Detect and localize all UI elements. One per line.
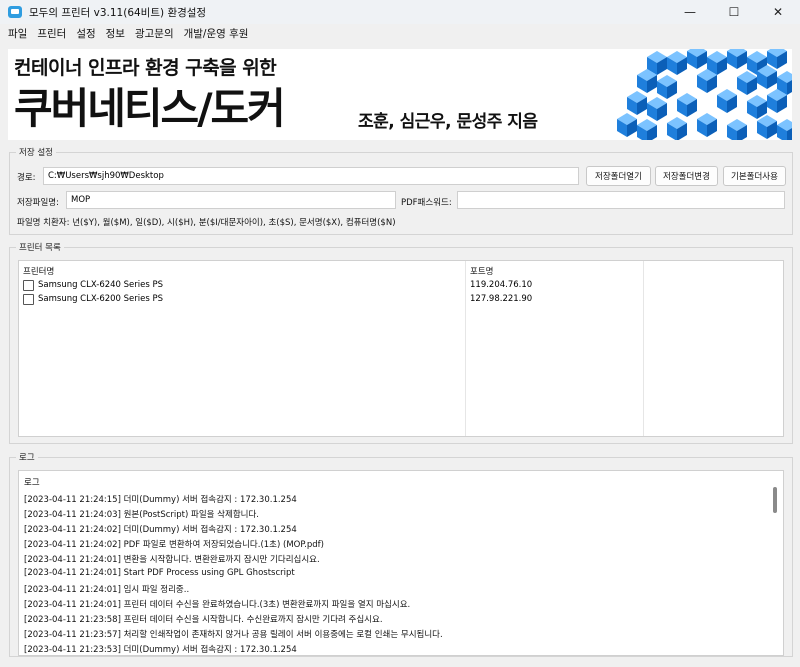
close-button[interactable]: ✕ bbox=[756, 0, 800, 24]
log-line: [2023-04-11 21:23:53] 더미(Dummy) 서버 접속감지 … bbox=[24, 645, 297, 655]
pdf-password-input[interactable] bbox=[457, 191, 785, 209]
filename-label: 저장파일명: bbox=[17, 198, 59, 208]
filename-input[interactable]: MOP bbox=[66, 191, 396, 209]
log-group: 로그 로그 [2023-04-11 21:24:15] 더미(Dummy) 서버… bbox=[9, 451, 793, 657]
pdf-password-label: PDF패스워드: bbox=[401, 198, 452, 208]
printer-name-cell: Samsung CLX-6240 Series PS bbox=[38, 280, 164, 290]
menu-sponsor[interactable]: 개발/운영 후원 bbox=[180, 26, 253, 41]
default-folder-button[interactable]: 기본폴더사용 bbox=[723, 166, 786, 186]
log-line: [2023-04-11 21:24:03] 원본(PostScript) 파일을… bbox=[24, 510, 259, 520]
port-name-cell: 127.98.221.90 bbox=[470, 294, 533, 304]
log-column-header: 로그 bbox=[24, 478, 40, 488]
log-line: [2023-04-11 21:24:02] 더미(Dummy) 서버 접속감지 … bbox=[24, 525, 297, 535]
maximize-button[interactable]: ☐ bbox=[712, 0, 756, 24]
path-input[interactable]: C:₩Users₩sjh90₩Desktop bbox=[43, 167, 579, 185]
printer-group-title: 프린터 목록 bbox=[16, 241, 64, 253]
table-row[interactable]: Samsung CLX-6240 Series PS 119.204.76.10 bbox=[19, 279, 785, 293]
banner-cubes-art bbox=[617, 49, 792, 140]
printer-checkbox[interactable] bbox=[23, 294, 34, 305]
banner-title: 쿠버네티스/도커 bbox=[14, 84, 286, 133]
printer-table: 프린터명 포트명 Samsung CLX-6240 Series PS 119.… bbox=[18, 260, 784, 437]
log-line: [2023-04-11 21:24:01] 임시 파일 정리중.. bbox=[24, 585, 190, 595]
log-line: [2023-04-11 21:24:01] 변환을 시작합니다. 변환완료까지 … bbox=[24, 555, 320, 565]
filename-substitutes-hint: 파일명 치환자: 년($Y), 월($M), 일($D), 시($H), 분($… bbox=[17, 218, 396, 228]
menu-printer[interactable]: 프린터 bbox=[33, 26, 70, 41]
storage-settings-group: 저장 설정 경로: C:₩Users₩sjh90₩Desktop 저장폴더열기 … bbox=[9, 146, 793, 235]
log-line: [2023-04-11 21:24:02] PDF 파일로 변환하여 저장되었습… bbox=[24, 540, 324, 550]
port-name-cell: 119.204.76.10 bbox=[470, 280, 533, 290]
column-header-port-name[interactable]: 포트명 bbox=[470, 265, 493, 277]
table-row[interactable]: Samsung CLX-6200 Series PS 127.98.221.90 bbox=[19, 293, 785, 307]
banner-authors: 조훈, 심근우, 문성주 지음 bbox=[358, 112, 538, 132]
printer-app-icon bbox=[8, 6, 22, 18]
open-folder-button[interactable]: 저장폴더열기 bbox=[586, 166, 651, 186]
window-controls: — ☐ ✕ bbox=[668, 0, 800, 24]
log-line: [2023-04-11 21:24:15] 더미(Dummy) 서버 접속감지 … bbox=[24, 495, 297, 505]
title-bar: 모두의 프린터 v3.11(64비트) 환경설정 — ☐ ✕ bbox=[0, 0, 800, 24]
printer-list-group: 프린터 목록 프린터명 포트명 Samsung CLX-6240 Series … bbox=[9, 241, 793, 444]
menu-file[interactable]: 파일 bbox=[4, 26, 31, 41]
log-line: [2023-04-11 21:24:01] 프린터 데이터 수신을 완료하였습니… bbox=[24, 600, 411, 610]
log-line: [2023-04-11 21:24:01] Start PDF Process … bbox=[24, 568, 295, 578]
minimize-button[interactable]: — bbox=[668, 0, 712, 24]
storage-group-title: 저장 설정 bbox=[16, 146, 56, 158]
menu-ad-inquiry[interactable]: 광고문의 bbox=[131, 26, 178, 41]
window-title: 모두의 프린터 v3.11(64비트) 환경설정 bbox=[29, 6, 207, 19]
log-line: [2023-04-11 21:23:58] 프린터 데이터 수신을 시작합니다.… bbox=[24, 615, 383, 625]
menu-bar: 파일 프린터 설정 정보 광고문의 개발/운영 후원 bbox=[0, 24, 800, 43]
log-line: [2023-04-11 21:23:57] 처리할 인쇄작업이 존재하지 않거나… bbox=[24, 630, 443, 640]
banner-subtitle: 컨테이너 인프라 환경 구축을 위한 bbox=[14, 57, 277, 79]
log-list[interactable]: 로그 [2023-04-11 21:24:15] 더미(Dummy) 서버 접속… bbox=[18, 470, 784, 656]
menu-info[interactable]: 정보 bbox=[102, 26, 129, 41]
log-group-title: 로그 bbox=[16, 451, 38, 463]
log-scrollbar[interactable] bbox=[773, 487, 777, 513]
menu-settings[interactable]: 설정 bbox=[72, 26, 99, 41]
printer-name-cell: Samsung CLX-6200 Series PS bbox=[38, 294, 164, 304]
ad-banner[interactable]: 컨테이너 인프라 환경 구축을 위한 쿠버네티스/도커 조훈, 심근우, 문성주… bbox=[8, 49, 792, 140]
change-folder-button[interactable]: 저장폴더변경 bbox=[655, 166, 718, 186]
column-header-printer-name[interactable]: 프린터명 bbox=[23, 265, 54, 277]
path-label: 경로: bbox=[17, 173, 36, 183]
printer-checkbox[interactable] bbox=[23, 280, 34, 291]
